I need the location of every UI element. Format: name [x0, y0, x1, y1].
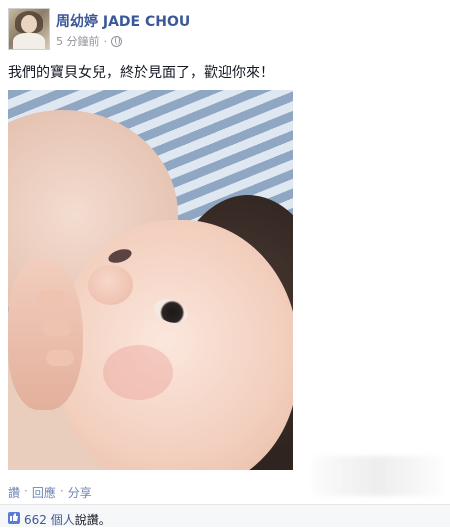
- comment-link[interactable]: 回應: [32, 484, 56, 501]
- like-link[interactable]: 讚: [8, 484, 20, 501]
- baby-finger: [38, 290, 66, 306]
- post-meta: 5 分鐘前 ·: [56, 33, 122, 49]
- likes-count-link[interactable]: 662 個人: [24, 513, 75, 527]
- facebook-post: 周幼婷 JADE CHOU 5 分鐘前 · 我們的寶貝女兒，終於見面了，歡迎你來…: [0, 0, 450, 528]
- thumbs-up-icon-svg: [10, 513, 18, 521]
- likes-summary: 662 個人說讚。: [24, 511, 111, 528]
- thumbs-up-icon: [8, 512, 20, 524]
- baby-finger: [43, 320, 71, 336]
- post-timestamp[interactable]: 5 分鐘前: [56, 33, 100, 49]
- author-name[interactable]: 周幼婷 JADE CHOU: [56, 11, 190, 31]
- action-separator: ·: [24, 484, 28, 498]
- globe-icon[interactable]: [111, 35, 122, 47]
- baby-finger: [46, 350, 74, 366]
- blurred-watermark: [312, 456, 442, 496]
- avatar-face: [21, 15, 37, 33]
- avatar-body: [13, 33, 45, 49]
- post-photo[interactable]: [8, 90, 293, 470]
- meta-separator: ·: [103, 34, 108, 48]
- post-text: 我們的寶貝女兒，終於見面了，歡迎你來！: [8, 65, 274, 81]
- likes-suffix: 說讚。: [74, 513, 111, 527]
- post-actions: 讚 · 回應 · 分享: [8, 484, 92, 501]
- baby-hand: [8, 260, 83, 410]
- baby-face: [58, 220, 293, 470]
- share-link[interactable]: 分享: [68, 484, 92, 501]
- baby-cheek: [103, 345, 173, 400]
- action-separator: ·: [59, 484, 64, 498]
- author-avatar[interactable]: [8, 8, 50, 50]
- baby-nose: [88, 265, 133, 305]
